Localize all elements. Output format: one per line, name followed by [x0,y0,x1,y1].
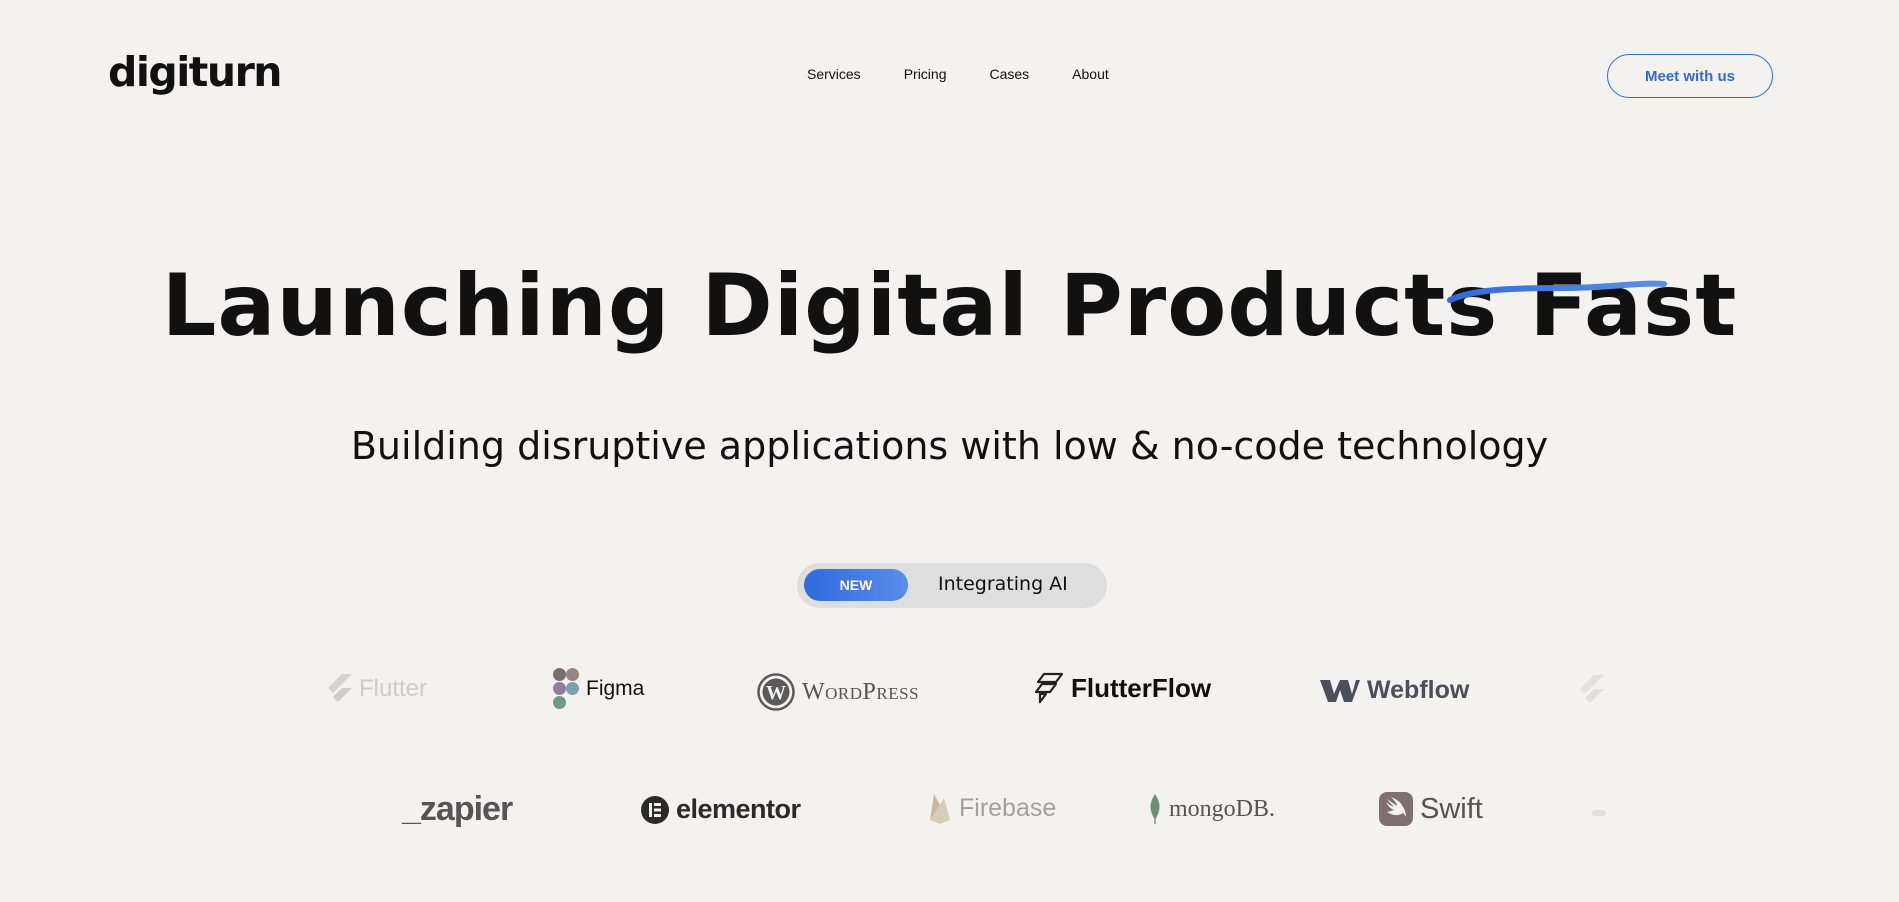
firebase-icon [930,794,950,824]
flutter-icon [328,674,352,702]
nav-item-pricing[interactable]: Pricing [904,66,947,82]
logo-elementor: elementor [641,794,801,825]
partial-logo-icon [1592,810,1606,816]
logo-partial-fade [1592,810,1606,816]
svg-text:W: W [766,682,786,704]
logo-firebase: Firebase [928,792,1056,824]
hero-subtitle: Building disruptive applications with lo… [350,424,1549,468]
logo-flutterflow: FlutterFlow [1034,672,1211,704]
new-badge: NEW [804,569,908,601]
hero-title-main: Launching Digital Products [161,255,1530,356]
site-header: digiturn Services Pricing Cases About Me… [0,0,1899,150]
tech-logos-row-2: _zapier elementor Firebase mongoDB. Swif… [0,788,1899,838]
logo-figma: Figma [553,668,644,710]
announcement-pill[interactable]: NEW Integrating AI [797,563,1107,608]
nav-item-about[interactable]: About [1072,66,1109,82]
logo-webflow: Webflow [1320,676,1469,705]
logo-mongodb: mongoDB. [1148,794,1275,824]
hand-drawn-underline-icon [1447,280,1667,303]
flutter-icon [1580,675,1604,703]
tech-logos-row-1: Flutter Figma W WordPress FlutterFlow We… [0,668,1899,718]
webflow-icon [1320,679,1360,702]
brand-logo[interactable]: digiturn [108,48,283,96]
meet-with-us-button[interactable]: Meet with us [1607,54,1773,98]
main-nav: Services Pricing Cases About [807,66,1152,82]
nav-item-cases[interactable]: Cases [989,66,1029,82]
logo-swift: Swift [1379,792,1483,826]
wordpress-icon: W [757,673,795,711]
swift-icon [1379,792,1413,826]
announcement-text: Integrating AI [938,573,1068,595]
logo-flutter: Flutter [328,674,427,704]
figma-icon [553,668,579,709]
logo-zapier: _zapier [402,790,513,828]
flutter-logo-partial [1580,675,1604,705]
logo-wordpress: W WordPress [757,673,919,711]
nav-item-services[interactable]: Services [807,66,861,82]
elementor-icon [641,795,669,824]
flutterflow-icon [1034,672,1064,704]
mongodb-icon [1150,794,1160,824]
